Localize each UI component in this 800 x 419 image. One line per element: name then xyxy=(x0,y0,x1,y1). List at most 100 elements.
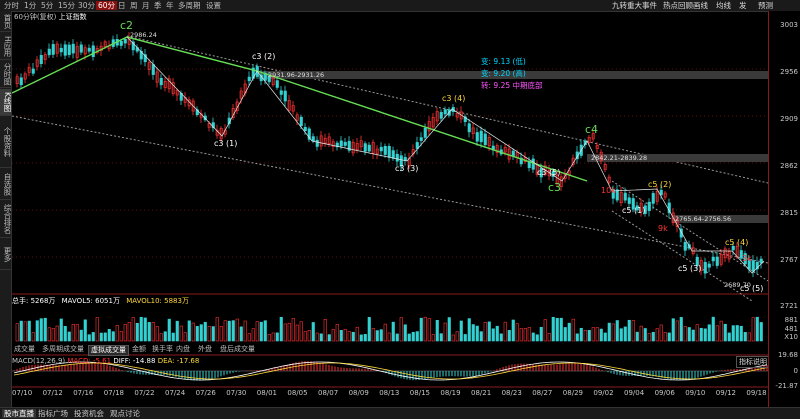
volume-bar xyxy=(659,324,663,342)
period-tab-11[interactable]: 多周期 xyxy=(176,1,203,10)
wave-label: c3 (1) xyxy=(214,139,237,148)
candle-body xyxy=(47,48,51,56)
period-tab-3[interactable]: 15分 xyxy=(56,1,77,10)
period-tab-9[interactable]: 季 xyxy=(152,1,164,10)
volume-bar xyxy=(343,328,347,342)
candle-body xyxy=(379,146,383,152)
candle-body xyxy=(367,144,371,152)
volume-bar xyxy=(523,327,527,342)
candle-body xyxy=(119,40,123,46)
volume-bar xyxy=(503,321,507,342)
toolbar-item-1[interactable]: 重大事件 xyxy=(627,1,657,10)
candle-body xyxy=(303,126,307,132)
macd-dea: DEA: -17.68 xyxy=(157,357,200,365)
toolbar-item-3[interactable]: 画线 xyxy=(693,1,708,10)
period-tab-10[interactable]: 年 xyxy=(164,1,176,10)
volume-bar xyxy=(663,332,667,342)
wave-label: c4 xyxy=(585,123,598,136)
period-tab-1[interactable]: 1分 xyxy=(22,1,38,10)
sidebar-tab-7[interactable]: 更多 xyxy=(0,239,12,270)
chart-area[interactable]: 60分钟(复权) 上证指数 c2 c3 (2) c3 (1) c3 (4) c3 (3)… xyxy=(12,11,770,418)
volume-bar xyxy=(403,324,407,342)
volume-bar xyxy=(703,328,707,342)
period-tab-5[interactable]: 60分 xyxy=(96,1,118,10)
volume-bar xyxy=(675,320,679,342)
sidebar-tab-3[interactable]: K线图 xyxy=(0,89,12,116)
volume-subtab-4[interactable]: 换手率 xyxy=(150,345,175,354)
period-tab-4[interactable]: 30分 xyxy=(76,1,97,10)
volume-bar xyxy=(667,332,671,342)
volume-subtab-7[interactable]: 盘后成交量 xyxy=(218,345,257,354)
volume-bar xyxy=(23,321,27,342)
period-tab-2[interactable]: 5分 xyxy=(39,1,55,10)
sidebar-tab-4[interactable]: 个股资料 xyxy=(0,117,12,168)
volume-subtab-5[interactable]: 内盘 xyxy=(174,345,192,354)
volume-bar xyxy=(63,326,67,342)
candle-body xyxy=(415,142,419,149)
period-tab-0[interactable]: 分时 xyxy=(2,1,21,10)
sidebar-tab-2[interactable]: 分时图 xyxy=(0,61,12,88)
volume-subtab-6[interactable]: 外盘 xyxy=(196,345,214,354)
sidebar-tab-6[interactable]: 综合排名 xyxy=(0,201,12,238)
candle-body xyxy=(343,141,347,146)
volume-bar xyxy=(103,332,107,342)
price-annotation: 2842.21-2839.28 xyxy=(591,154,647,162)
volume-bar xyxy=(415,331,419,342)
bottom-tab-3[interactable]: 观点讨论 xyxy=(108,409,142,418)
candle-body xyxy=(387,146,391,158)
volume-bar xyxy=(715,325,719,342)
forecast-low: 变: 9.13 (低) xyxy=(481,57,526,66)
volume-bar xyxy=(259,321,263,342)
candle-body xyxy=(703,261,707,274)
volume-bar xyxy=(615,320,619,342)
period-tab-7[interactable]: 周 xyxy=(128,1,140,10)
volume-bar xyxy=(567,322,571,342)
volume-bar xyxy=(655,328,659,342)
bottom-tab-0[interactable]: 股市直播 xyxy=(2,409,36,418)
bottom-tab-2[interactable]: 投资机会 xyxy=(72,409,106,418)
candle-body xyxy=(39,55,43,65)
volume-bar xyxy=(27,320,31,342)
volume-bar xyxy=(591,327,595,342)
volume-bar xyxy=(87,334,91,342)
toolbar-item-4[interactable]: 均线 xyxy=(716,1,731,10)
volume-bar xyxy=(455,331,459,342)
volume-bar xyxy=(515,323,519,342)
volume-bar xyxy=(31,332,35,342)
volume-bar xyxy=(531,332,535,342)
toolbar-item-2[interactable]: 热点回顾 xyxy=(663,1,693,10)
volume-subtab-1[interactable]: 多周期成交量 xyxy=(40,345,86,354)
volume-bar xyxy=(327,334,331,342)
volume-bar xyxy=(111,331,115,342)
volume-header: 总手: 5268万 MAVOL5: 6051万 MAVOL10: 5883万 xyxy=(12,296,189,306)
sidebar-tab-5[interactable]: 自选股 xyxy=(0,169,12,200)
period-tab-8[interactable]: 月 xyxy=(140,1,152,10)
date-tick: 08/01 xyxy=(256,389,277,397)
volume-bar xyxy=(707,324,711,342)
indicator-help-button[interactable]: 指标说明 xyxy=(736,356,770,368)
candle-body xyxy=(439,112,443,119)
bottom-tab-1[interactable]: 指标广场 xyxy=(36,409,70,418)
volume-bar xyxy=(267,334,271,342)
date-tick: 08/27 xyxy=(532,389,553,397)
volume-bar xyxy=(575,333,579,342)
volume-bar xyxy=(423,316,427,342)
volume-tick: 881 xyxy=(784,316,798,324)
sidebar-tab-1[interactable]: H应用 xyxy=(0,33,12,60)
volume-bar xyxy=(251,328,255,342)
volume-bar xyxy=(51,328,55,342)
toolbar-item-5[interactable]: 发 xyxy=(739,1,747,10)
volume-bar xyxy=(599,328,603,342)
candle-body xyxy=(383,146,387,155)
sidebar-tab-0[interactable]: 首页 xyxy=(0,11,12,32)
volume-subtab-3[interactable]: 金额 xyxy=(130,345,148,354)
toolbar-item-0[interactable]: 九转 xyxy=(612,1,627,10)
volume-bar xyxy=(311,322,315,342)
period-tab-6[interactable]: 日 xyxy=(116,1,128,10)
volume-bar xyxy=(351,331,355,342)
period-tab-12[interactable]: 设置 xyxy=(204,1,223,10)
toolbar-item-6[interactable]: 预测 xyxy=(758,1,773,10)
volume-subtab-2[interactable]: 虚拟成交量 xyxy=(88,345,129,356)
candle-body xyxy=(159,77,163,86)
volume-subtab-0[interactable]: 成交量 xyxy=(12,345,37,354)
